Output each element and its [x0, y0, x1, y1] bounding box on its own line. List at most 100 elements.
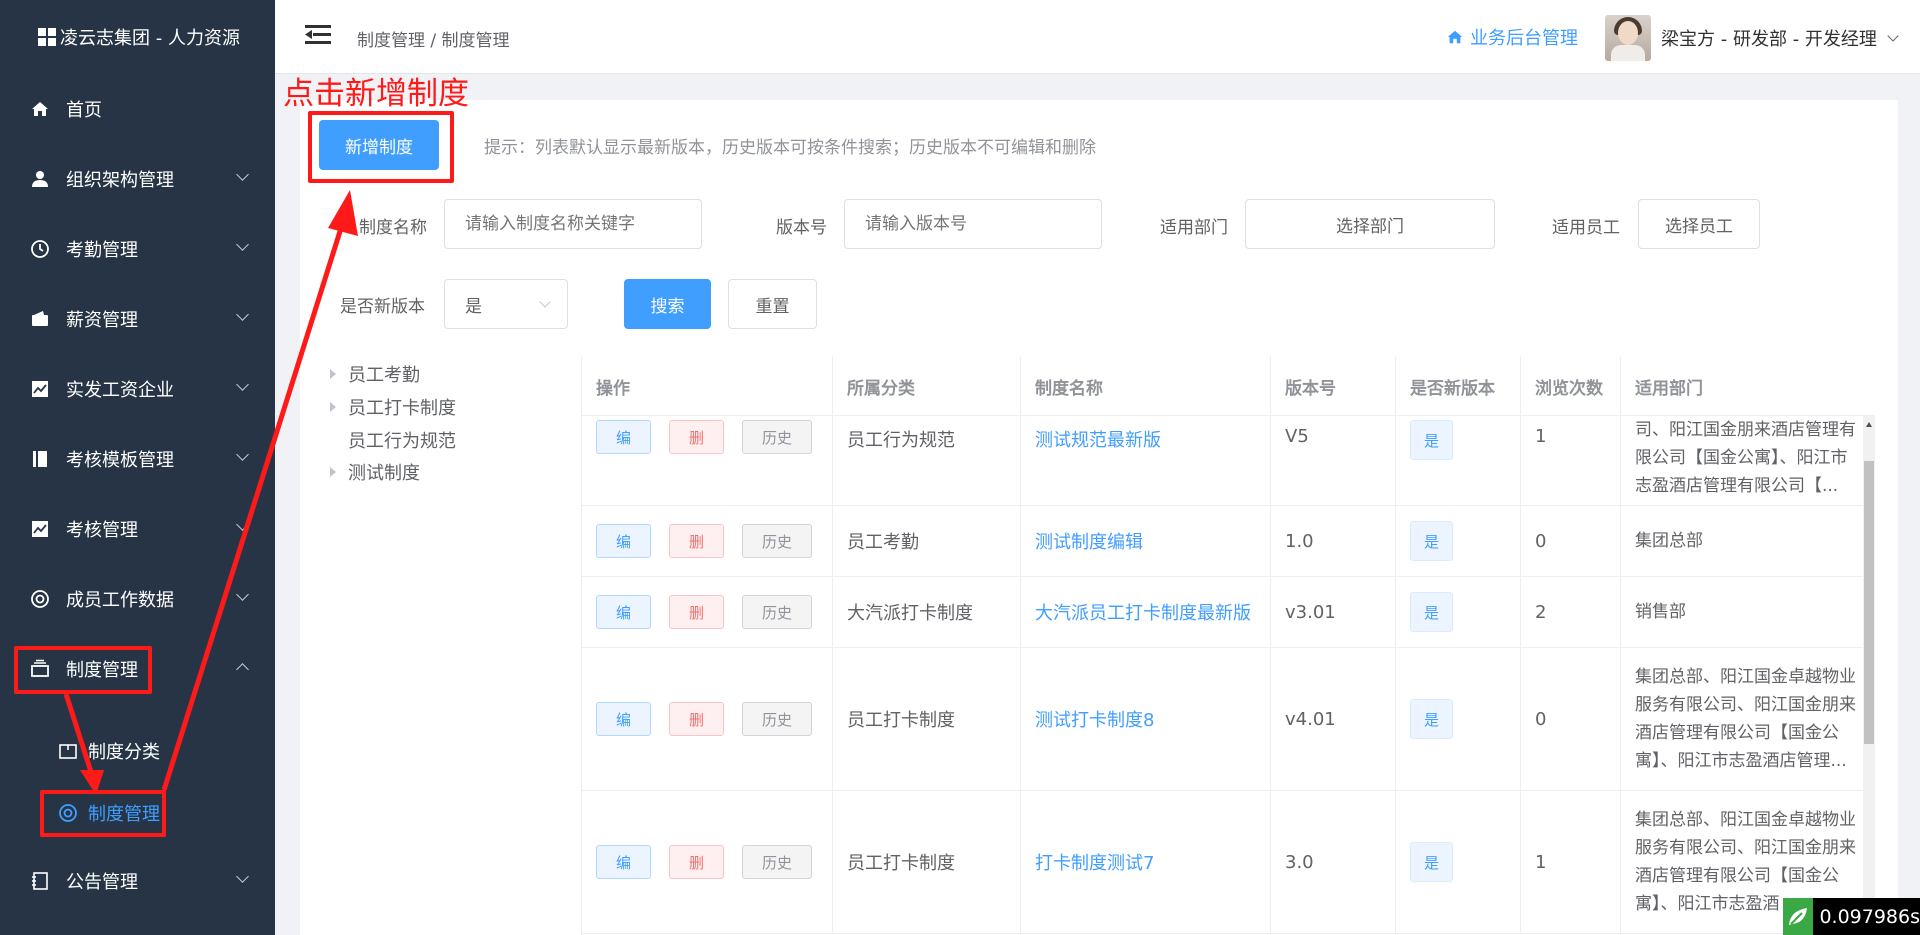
sidebar-item-label: 考核模板管理 [66, 450, 174, 471]
policy-name-link[interactable]: 测试打卡制度8 [1021, 648, 1271, 790]
table-row: 编 删 历史 员工打卡制度 打卡制度测试7 3.0 是 1 集团总部、阳江国金卓… [582, 791, 1875, 934]
history-button[interactable]: 历史 [742, 420, 812, 454]
table-row: 编 删 历史 员工考勤 测试制度编辑 1.0 是 0 集团总部 [582, 506, 1875, 577]
delete-button[interactable]: 删 [669, 845, 724, 879]
delete-button[interactable]: 删 [669, 595, 724, 629]
reset-button[interactable]: 重置 [728, 279, 817, 329]
book-icon [30, 449, 50, 469]
chevron-down-icon [236, 308, 249, 321]
tree-node-label: 员工考勤 [348, 365, 420, 386]
latest-tag: 是 [1410, 420, 1453, 460]
latest-version-label: 是否新版本 [340, 297, 425, 317]
chevron-down-icon [236, 168, 249, 181]
sidebar-item-assess-template[interactable]: 考核模板管理 [0, 431, 275, 487]
timer-widget: 0.097986s [1783, 898, 1920, 935]
sidebar-item-work-data[interactable]: 成员工作数据 [0, 571, 275, 627]
tree-node-conduct[interactable]: 员工行为规范 [330, 427, 456, 453]
timer-value: 0.097986s [1819, 905, 1920, 928]
version-cell: v3.01 [1271, 577, 1396, 647]
sidebar-item-assess[interactable]: 考核管理 [0, 501, 275, 557]
chevron-down-icon [236, 378, 249, 391]
version-cell: v4.01 [1271, 648, 1396, 790]
annotation-box-policy-submenu [40, 790, 166, 837]
sidebar-item-label: 薪资管理 [66, 310, 138, 331]
scroll-up-icon[interactable] [1866, 422, 1872, 427]
policy-name-input[interactable] [444, 199, 702, 249]
avatar[interactable] [1605, 15, 1651, 61]
tree-node-clock-in[interactable]: 员工打卡制度 [330, 394, 456, 420]
sidebar-item-label: 组织架构管理 [66, 170, 174, 191]
chevron-down-icon [539, 296, 551, 308]
sidebar-item-attendance[interactable]: 考勤管理 [0, 221, 275, 277]
annotation-box-policy-menu [14, 646, 152, 694]
edit-button[interactable]: 编 [596, 595, 651, 629]
tree-node-label: 员工行为规范 [348, 431, 456, 452]
latest-tag: 是 [1410, 842, 1453, 882]
history-button[interactable]: 历史 [742, 524, 812, 558]
policy-name-link[interactable]: 测试规范最新版 [1021, 416, 1271, 505]
version-cell: V5 [1271, 416, 1396, 505]
annotation-box-add [308, 111, 454, 183]
department-cell: 集团总部、阳江国金卓越物业服务有限公司、阳江国金朋来酒店管理有限公司【国金公寓】… [1635, 667, 1856, 771]
wallet-icon [30, 309, 50, 329]
history-button[interactable]: 历史 [742, 595, 812, 629]
latest-version-value: 是 [465, 296, 482, 317]
chevron-down-icon [236, 448, 249, 461]
menu-toggle-icon[interactable] [305, 25, 331, 45]
edit-button[interactable]: 编 [596, 524, 651, 558]
business-admin-label: 业务后台管理 [1470, 28, 1578, 49]
scrollbar-thumb[interactable] [1864, 461, 1874, 744]
column-header: 浏览次数 [1521, 356, 1621, 416]
column-header: 版本号 [1271, 356, 1396, 416]
sidebar-item-salary[interactable]: 薪资管理 [0, 291, 275, 347]
sidebar-subitem-policy-category[interactable]: 制度分类 [0, 723, 275, 779]
table-scrollbar[interactable] [1863, 416, 1875, 935]
history-button[interactable]: 历史 [742, 702, 812, 736]
table-row: 编 删 历史 大汽派打卡制度 大汽派员工打卡制度最新版 v3.01 是 2 销售… [582, 577, 1875, 648]
sidebar-item-org[interactable]: 组织架构管理 [0, 151, 275, 207]
category-cell: 员工打卡制度 [833, 648, 1021, 790]
tree-node-attendance[interactable]: 员工考勤 [330, 361, 420, 387]
user-name: 梁宝方 - 研发部 - 开发经理 [1661, 29, 1877, 50]
folder-icon [58, 741, 78, 761]
column-header: 制度名称 [1021, 356, 1271, 416]
sidebar-item-label: 考勤管理 [66, 240, 138, 261]
version-input[interactable] [844, 199, 1102, 249]
department-cell: 销售部 [1635, 602, 1686, 622]
sidebar-item-home[interactable]: 首页 [0, 81, 275, 137]
edit-button[interactable]: 编 [596, 845, 651, 879]
select-department-button[interactable]: 选择部门 [1245, 199, 1495, 249]
views-cell: 1 [1521, 791, 1621, 933]
views-cell: 0 [1521, 648, 1621, 790]
clock-icon [30, 239, 50, 259]
policy-name-link[interactable]: 大汽派员工打卡制度最新版 [1021, 577, 1271, 647]
user-menu[interactable]: 梁宝方 - 研发部 - 开发经理 [1661, 25, 1899, 51]
delete-button[interactable]: 删 [669, 702, 724, 736]
edit-button[interactable]: 编 [596, 420, 651, 454]
delete-button[interactable]: 删 [669, 524, 724, 558]
user-icon [30, 169, 50, 189]
department-cell: 集团总部 [1635, 531, 1703, 551]
leaf-icon [1783, 898, 1814, 935]
sidebar-item-actual-pay[interactable]: 实发工资企业 [0, 361, 275, 417]
sidebar-item-notice[interactable]: 公告管理 [0, 853, 275, 909]
history-button[interactable]: 历史 [742, 845, 812, 879]
list-tip: 提示：列表默认显示最新版本，历史版本可按条件搜索；历史版本不可编辑和删除 [484, 138, 1096, 158]
tree-node-label: 测试制度 [348, 463, 420, 484]
policy-name-link[interactable]: 打卡制度测试7 [1021, 791, 1271, 933]
views-cell: 0 [1521, 506, 1621, 576]
latest-version-select[interactable]: 是 [444, 279, 568, 329]
policy-name-link[interactable]: 测试制度编辑 [1021, 506, 1271, 576]
breadcrumb: 制度管理 / 制度管理 [357, 31, 510, 51]
select-employee-button[interactable]: 选择员工 [1638, 199, 1760, 249]
business-admin-link[interactable]: 业务后台管理 [1446, 24, 1578, 50]
search-button[interactable]: 搜索 [624, 279, 711, 329]
sidebar-item-label: 首页 [66, 100, 102, 121]
policy-name-label: 制度名称 [359, 218, 427, 238]
edit-button[interactable]: 编 [596, 702, 651, 736]
tree-node-test[interactable]: 测试制度 [330, 459, 420, 485]
annotation-text: 点击新增制度 [283, 76, 469, 112]
chevron-down-icon [1887, 30, 1899, 42]
delete-button[interactable]: 删 [669, 420, 724, 454]
category-cell: 员工行为规范 [833, 416, 1021, 505]
